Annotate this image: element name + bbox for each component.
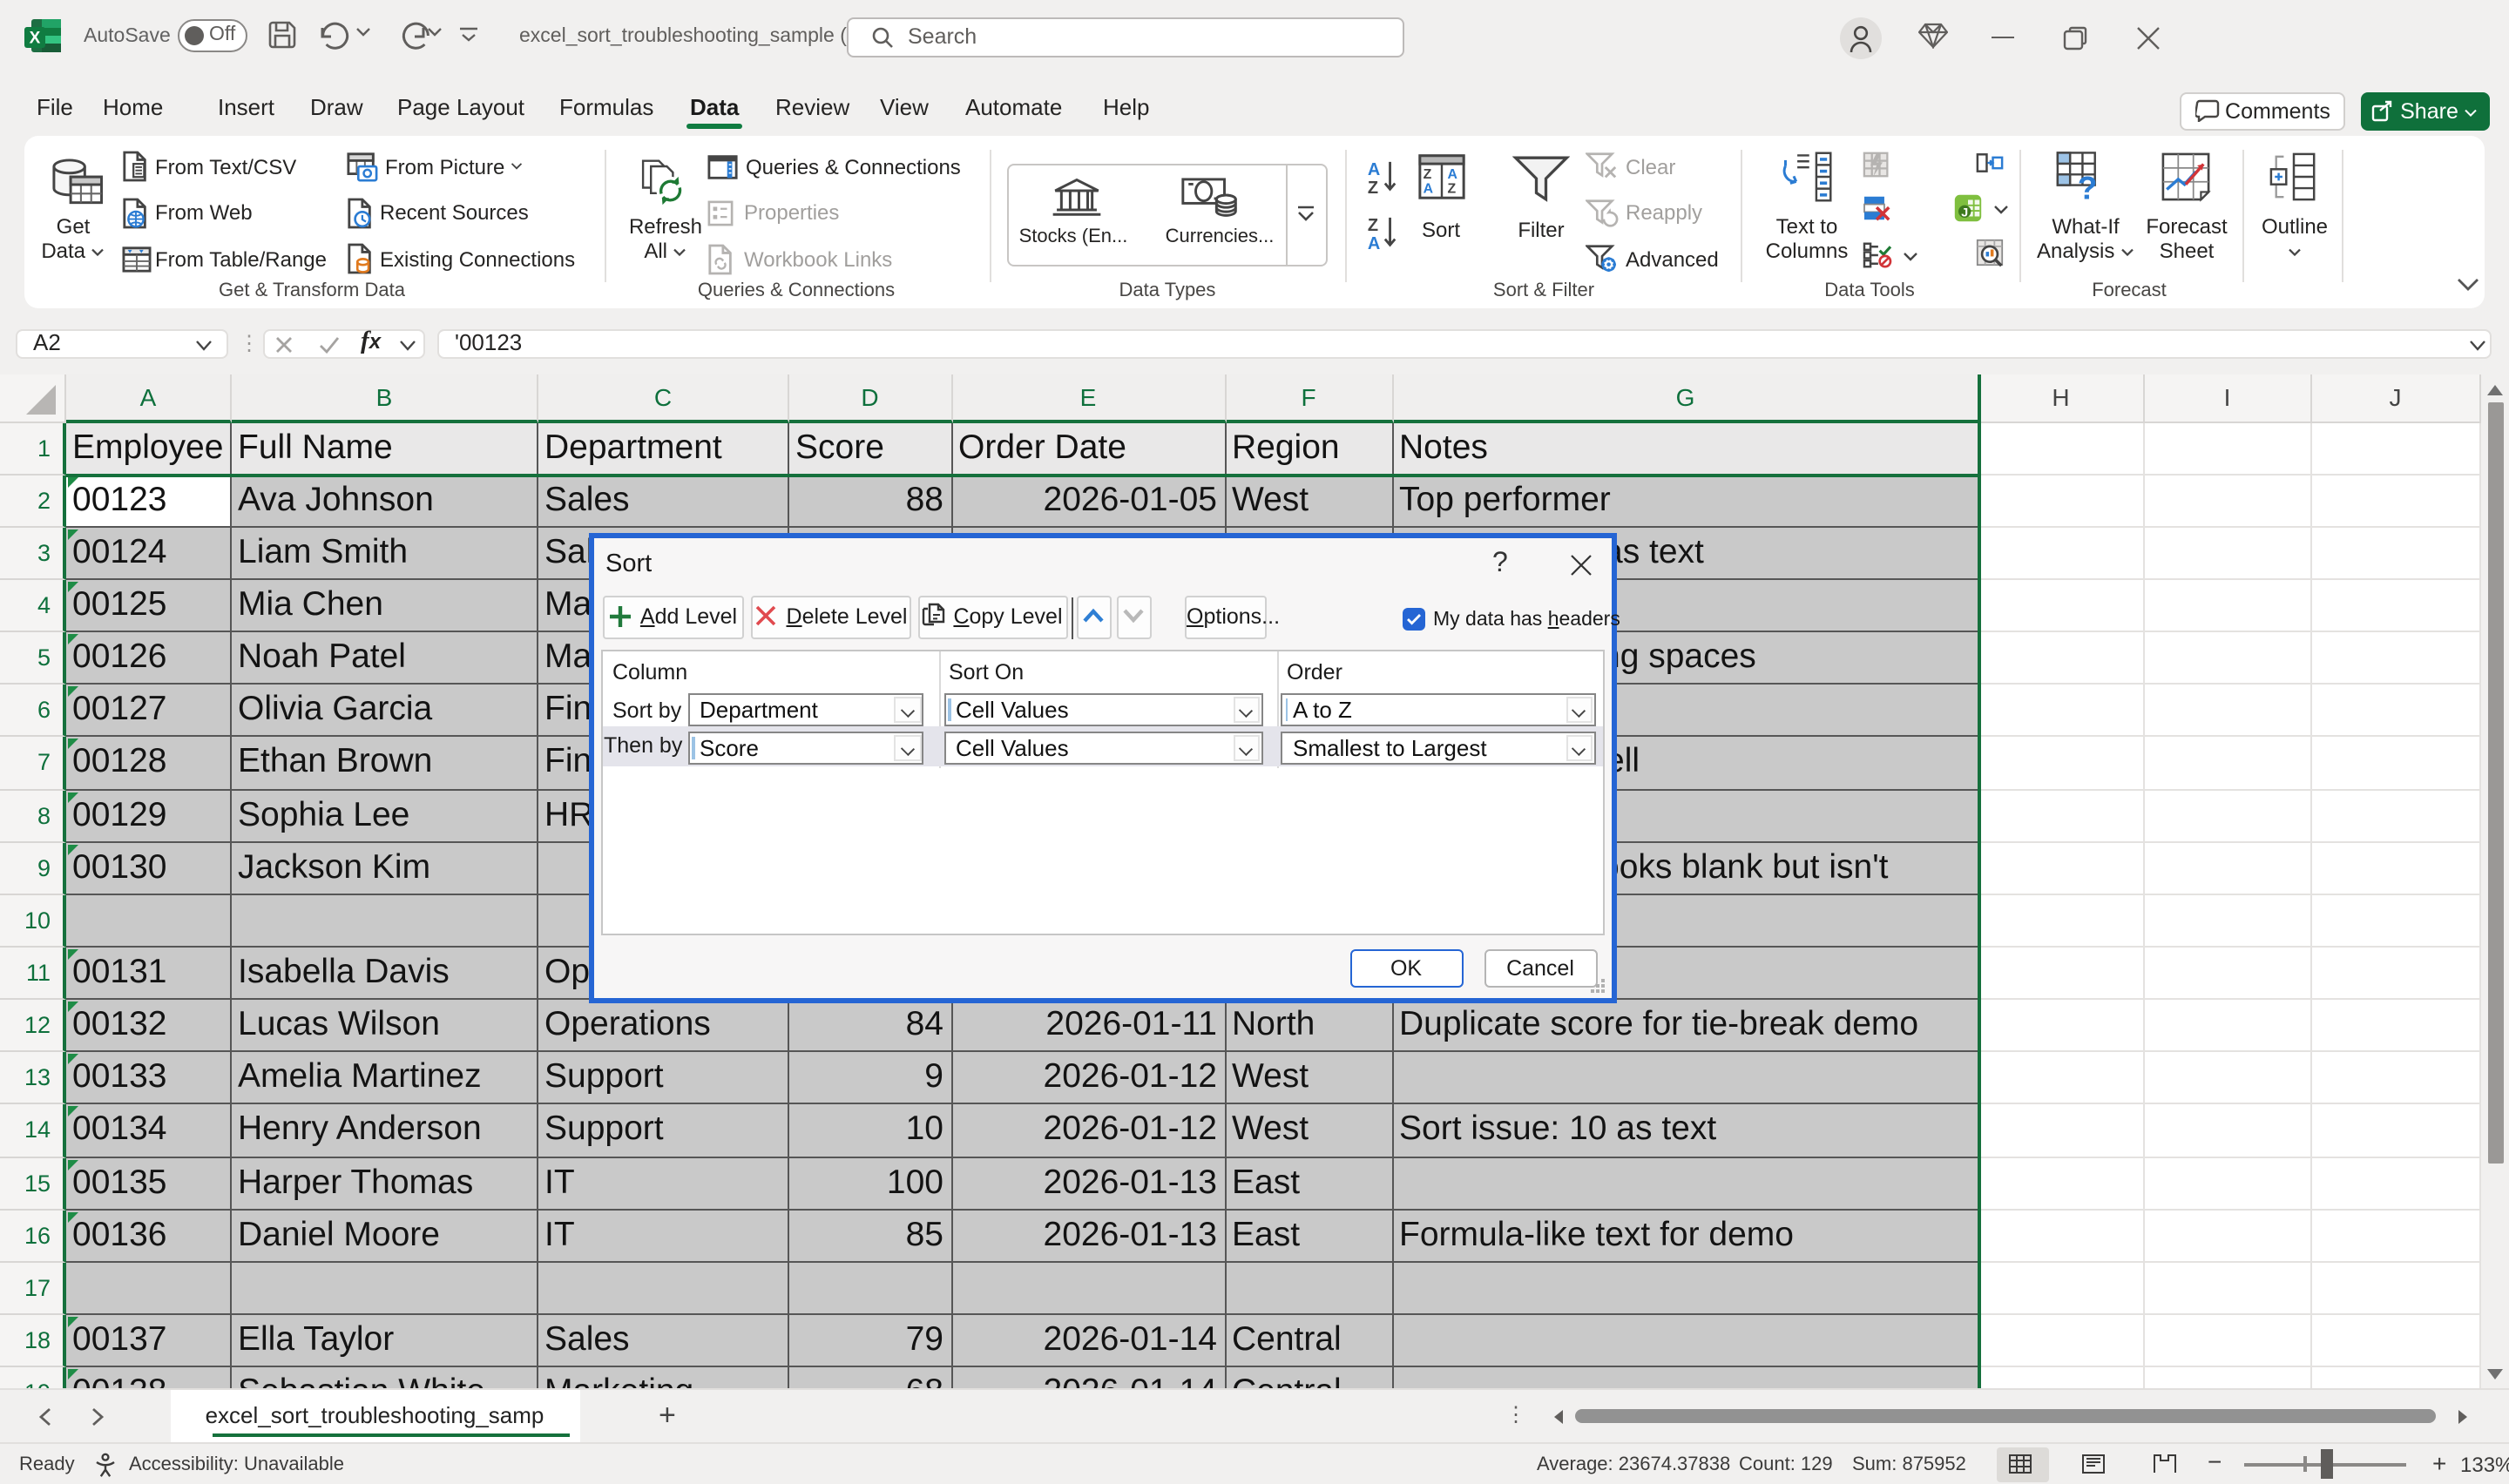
- svg-text:Z: Z: [1423, 166, 1431, 181]
- svg-text:?: ?: [2078, 168, 2098, 203]
- svg-text:A: A: [1447, 166, 1457, 181]
- svg-text:A: A: [1368, 159, 1380, 179]
- svg-text:A: A: [1368, 233, 1380, 250]
- svg-text:Z: Z: [1368, 178, 1378, 194]
- svg-text:Z: Z: [1368, 215, 1378, 234]
- svg-text:X: X: [30, 29, 41, 47]
- svg-text:J: J: [1961, 206, 1968, 219]
- svg-text:Z: Z: [1447, 181, 1456, 196]
- svg-text:A: A: [1423, 181, 1432, 196]
